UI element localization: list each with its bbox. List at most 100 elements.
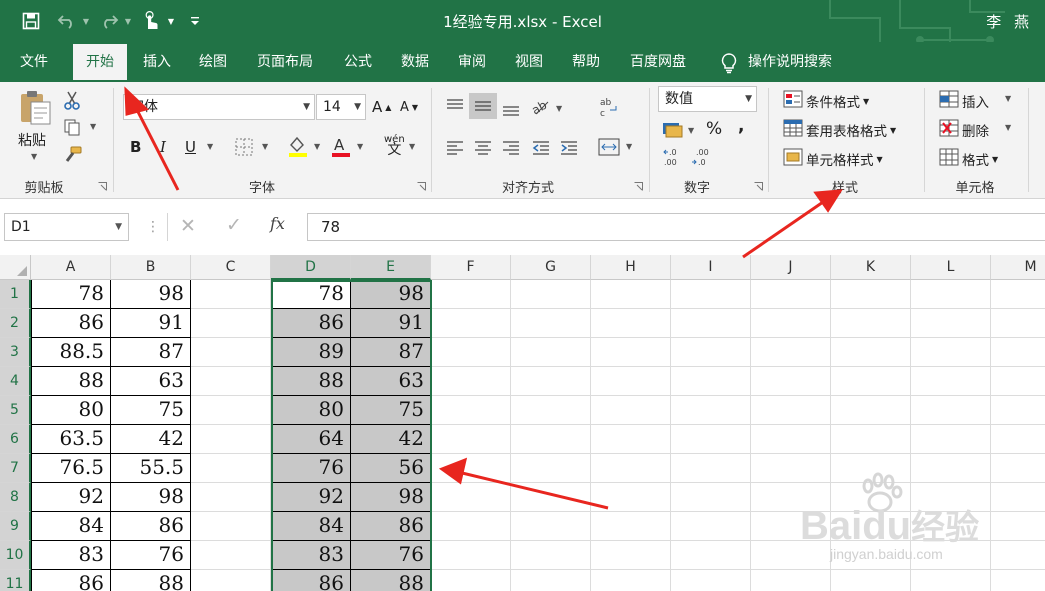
cell-H3[interactable]: [591, 338, 671, 367]
cell-L4[interactable]: [911, 367, 991, 396]
cell-C7[interactable]: [191, 454, 271, 483]
cell-M6[interactable]: [991, 425, 1045, 454]
cell-G2[interactable]: [511, 309, 591, 338]
align-top-icon[interactable]: [445, 98, 465, 114]
cut-icon[interactable]: [63, 90, 81, 110]
cell-C8[interactable]: [191, 483, 271, 512]
cell-D4[interactable]: 88: [271, 367, 351, 396]
cell-B4[interactable]: 63: [111, 367, 191, 396]
cell-A3[interactable]: 88.5: [31, 338, 111, 367]
cell-H1[interactable]: [591, 280, 671, 309]
row-header[interactable]: 11: [0, 570, 31, 591]
cell-A6[interactable]: 63.5: [31, 425, 111, 454]
column-header[interactable]: I: [671, 255, 751, 280]
cell-G5[interactable]: [511, 396, 591, 425]
insert-cells-icon[interactable]: [939, 90, 959, 108]
cell-H11[interactable]: [591, 570, 671, 591]
row-header[interactable]: 9: [0, 512, 31, 541]
cell-L1[interactable]: [911, 280, 991, 309]
cell-H2[interactable]: [591, 309, 671, 338]
row-header[interactable]: 2: [0, 309, 31, 338]
cell-M3[interactable]: [991, 338, 1045, 367]
decrease-decimal-icon[interactable]: .00.0: [690, 146, 712, 168]
tab-data[interactable]: 数据: [390, 42, 440, 82]
align-left-icon[interactable]: [445, 140, 465, 156]
tab-home[interactable]: 开始: [73, 44, 127, 82]
cell-D2[interactable]: 86: [271, 309, 351, 338]
cell-B7[interactable]: 55.5: [111, 454, 191, 483]
cell-E10[interactable]: 76: [351, 541, 431, 570]
cell-I11[interactable]: [671, 570, 751, 591]
cell-L2[interactable]: [911, 309, 991, 338]
cell-E2[interactable]: 91: [351, 309, 431, 338]
copy-dropdown-icon[interactable]: ▼: [90, 122, 96, 131]
paste-icon[interactable]: [18, 88, 52, 126]
chevron-down-icon[interactable]: ▼: [303, 95, 310, 119]
tab-help[interactable]: 帮助: [561, 42, 611, 82]
row-header[interactable]: 4: [0, 367, 31, 396]
cell-C1[interactable]: [191, 280, 271, 309]
cell-G1[interactable]: [511, 280, 591, 309]
cell-B6[interactable]: 42: [111, 425, 191, 454]
delete-cells-icon[interactable]: [939, 119, 959, 137]
borders-icon[interactable]: [235, 138, 253, 156]
increase-font-icon[interactable]: A ▲: [372, 98, 391, 116]
cell-G11[interactable]: [511, 570, 591, 591]
cell-J5[interactable]: [751, 396, 831, 425]
cell-C4[interactable]: [191, 367, 271, 396]
cell-B8[interactable]: 98: [111, 483, 191, 512]
row-header[interactable]: 7: [0, 454, 31, 483]
cell-B1[interactable]: 98: [111, 280, 191, 309]
cell-D8[interactable]: 92: [271, 483, 351, 512]
decrease-font-icon[interactable]: A ▼: [400, 100, 418, 115]
cell-I8[interactable]: [671, 483, 751, 512]
cell-F5[interactable]: [431, 396, 511, 425]
cell-F2[interactable]: [431, 309, 511, 338]
cell-H10[interactable]: [591, 541, 671, 570]
conditional-format-icon[interactable]: [783, 90, 803, 108]
borders-dropdown-icon[interactable]: ▼: [262, 142, 268, 151]
cell-I2[interactable]: [671, 309, 751, 338]
decrease-indent-icon[interactable]: [531, 140, 551, 156]
tab-review[interactable]: 审阅: [447, 42, 497, 82]
cell-D5[interactable]: 80: [271, 396, 351, 425]
column-header[interactable]: L: [911, 255, 991, 280]
cell-styles-icon[interactable]: [783, 148, 803, 166]
fill-color-icon[interactable]: [287, 135, 309, 157]
cell-A10[interactable]: 83: [31, 541, 111, 570]
cell-D10[interactable]: 83: [271, 541, 351, 570]
cell-styles-button[interactable]: 单元格样式 ▼: [806, 149, 883, 169]
cell-E3[interactable]: 87: [351, 338, 431, 367]
merge-dropdown-icon[interactable]: ▼: [626, 142, 632, 151]
name-box[interactable]: D1 ▼: [4, 213, 129, 241]
tell-me-search[interactable]: 操作说明搜索: [748, 42, 848, 82]
cell-E4[interactable]: 63: [351, 367, 431, 396]
underline-dropdown-icon[interactable]: ▼: [207, 142, 213, 151]
row-header[interactable]: 1: [0, 280, 31, 309]
accounting-dropdown-icon[interactable]: ▼: [688, 126, 694, 135]
cell-I1[interactable]: [671, 280, 751, 309]
resize-handle-icon[interactable]: ⋮: [146, 219, 160, 235]
cell-C2[interactable]: [191, 309, 271, 338]
cell-I7[interactable]: [671, 454, 751, 483]
cell-A8[interactable]: 92: [31, 483, 111, 512]
cell-I10[interactable]: [671, 541, 751, 570]
cell-F8[interactable]: [431, 483, 511, 512]
cell-J4[interactable]: [751, 367, 831, 396]
cell-D3[interactable]: 89: [271, 338, 351, 367]
number-format-combo[interactable]: 数值 ▼: [658, 86, 757, 112]
row-header[interactable]: 8: [0, 483, 31, 512]
comma-style-icon[interactable]: ,: [738, 116, 744, 136]
cell-H4[interactable]: [591, 367, 671, 396]
cell-K5[interactable]: [831, 396, 911, 425]
cell-C10[interactable]: [191, 541, 271, 570]
cell-B11[interactable]: 88: [111, 570, 191, 591]
column-header[interactable]: C: [191, 255, 271, 280]
cell-D1[interactable]: 78: [271, 280, 351, 309]
insert-dropdown-icon[interactable]: ▼: [1005, 94, 1011, 103]
cell-A1[interactable]: 78: [31, 280, 111, 309]
tab-baidu-netdisk[interactable]: 百度网盘: [620, 42, 696, 82]
format-painter-icon[interactable]: [63, 146, 83, 164]
cell-C9[interactable]: [191, 512, 271, 541]
column-header[interactable]: H: [591, 255, 671, 280]
